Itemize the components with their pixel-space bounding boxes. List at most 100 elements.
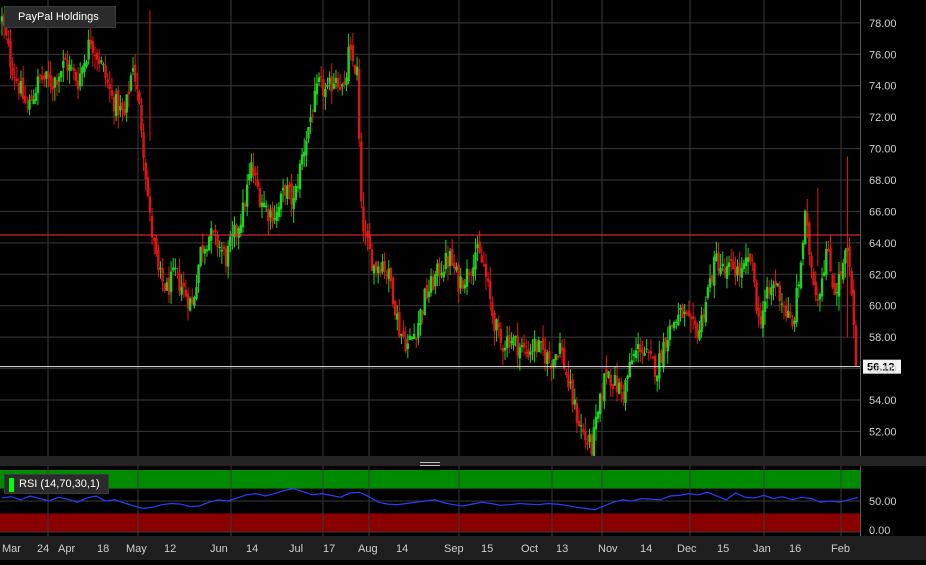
x-tick-label: Sep	[444, 543, 464, 555]
candle-body	[702, 313, 705, 319]
candle-body	[353, 65, 357, 74]
candle-body	[453, 262, 456, 269]
candle-body	[17, 82, 21, 94]
candle-body	[495, 319, 498, 331]
candle-body	[13, 76, 16, 78]
candle-body	[212, 231, 215, 233]
candle-body	[630, 360, 634, 365]
candle-body	[700, 315, 703, 333]
candle-body	[387, 268, 390, 280]
candle-body	[146, 177, 150, 196]
candle-body	[605, 368, 608, 375]
candle-body	[163, 283, 166, 291]
candle-body	[524, 351, 528, 354]
candle-body	[142, 132, 145, 159]
candle-body	[269, 210, 272, 218]
candle-body	[374, 262, 378, 271]
candle-body	[810, 256, 813, 268]
candle-body	[844, 250, 847, 264]
candle-body	[129, 75, 133, 91]
candle-body	[812, 271, 815, 285]
candle-body	[434, 274, 437, 287]
candle-body	[696, 324, 699, 338]
candle-body	[30, 95, 33, 101]
candle-body	[571, 379, 574, 405]
candle-body	[478, 241, 481, 254]
candle-body	[423, 288, 426, 316]
candle-body	[425, 285, 429, 299]
chart-title: PayPal Holdings	[4, 6, 116, 28]
candle-body	[324, 88, 327, 98]
candle-body	[706, 287, 710, 298]
price-panel[interactable]: 56.12 78.00 76.00 74.00 72.00 70.00 68.00 66.0…	[0, 0, 926, 471]
candle-body	[470, 271, 473, 273]
candle-body	[362, 206, 365, 232]
rsi-chart: 50.00 0.00	[0, 466, 897, 537]
candle-body	[222, 246, 226, 249]
candle-body	[778, 285, 781, 302]
candle-body	[596, 411, 600, 419]
candle-body	[83, 63, 86, 72]
candle-body	[402, 330, 405, 337]
candle-body	[123, 109, 126, 115]
candle-body	[660, 350, 663, 363]
candle-body	[406, 343, 410, 349]
candle-body	[592, 427, 596, 459]
candle-body	[776, 283, 779, 287]
candle-body	[410, 336, 414, 340]
candle-body	[643, 353, 646, 356]
candle-body	[761, 310, 765, 329]
rsi-oversold-band	[0, 513, 860, 532]
candle-body	[45, 71, 48, 79]
candle-body	[480, 255, 483, 263]
candle-body	[518, 347, 522, 359]
candle-body	[19, 81, 23, 94]
x-tick-label: Dec	[677, 543, 697, 555]
candle-body	[66, 59, 69, 71]
candle-body	[197, 264, 200, 283]
rsi-panel[interactable]: 50.00 0.00 RSI (14,70,30,1)	[0, 466, 926, 537]
y-tick-label: 78.00	[869, 18, 897, 30]
x-tick-label: 17	[323, 543, 335, 555]
candle-body	[275, 212, 278, 222]
candle-body	[579, 425, 583, 427]
candle-body	[691, 316, 695, 319]
candle-body	[757, 307, 760, 317]
candle-body	[288, 184, 291, 188]
candle-body	[254, 172, 257, 175]
candle-body	[70, 67, 73, 69]
candle-body	[609, 375, 612, 386]
candle-body	[188, 298, 192, 311]
rsi-overbought-band	[0, 470, 860, 489]
candle-body	[522, 342, 526, 348]
candle-body	[611, 384, 615, 389]
y-tick-label: 56.00	[869, 364, 897, 376]
candle-body	[47, 72, 50, 78]
candle-body	[102, 64, 105, 66]
y-tick-label: 70.00	[869, 144, 897, 156]
candle-body	[421, 311, 424, 313]
candle-body	[782, 305, 786, 307]
candle-body	[305, 140, 308, 156]
candle-body	[770, 287, 773, 296]
candle-body	[708, 278, 712, 288]
rsi-label-text: RSI (14,70,30,1)	[19, 478, 100, 490]
candle-body	[497, 323, 500, 328]
candle-body	[429, 276, 433, 293]
candle-body	[393, 300, 397, 316]
candle-body	[300, 154, 304, 165]
candle-body	[541, 338, 545, 350]
panel-splitter[interactable]	[0, 456, 926, 466]
candle-body	[347, 46, 350, 82]
candle-body	[658, 353, 661, 379]
candle-body	[662, 341, 665, 368]
candle-body	[419, 309, 422, 326]
candle-body	[814, 281, 817, 296]
candle-body	[180, 287, 183, 295]
candle-body	[772, 284, 775, 289]
x-tick-label: 18	[97, 543, 109, 555]
candle-body	[417, 322, 420, 338]
candle-body	[140, 104, 143, 131]
y-tick-label: 72.00	[869, 112, 897, 124]
candle-body	[622, 391, 625, 400]
